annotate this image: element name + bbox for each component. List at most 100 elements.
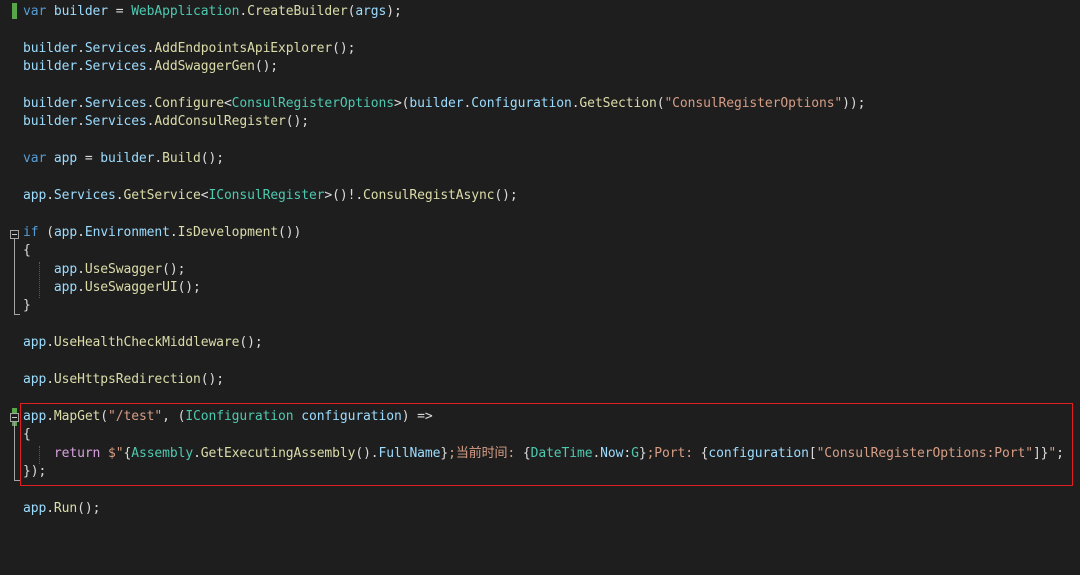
- code-token: Services: [53, 188, 116, 203]
- code-token: ;Port:: [646, 445, 701, 461]
- code-token: if: [23, 224, 39, 240]
- fold-end-mapget: [14, 480, 20, 481]
- code-token: ();: [494, 188, 518, 203]
- code-token: :: [623, 445, 632, 461]
- code-token: FullName: [378, 445, 441, 461]
- code-token: configuration: [708, 445, 809, 461]
- code-token: ()): [278, 224, 302, 240]
- code-token: app: [23, 372, 47, 387]
- code-line[interactable]: return $"{Assembly.GetExecutingAssembly(…: [23, 445, 1064, 463]
- code-token: Services: [84, 96, 147, 111]
- code-line[interactable]: builder.Services.AddConsulRegister();: [23, 113, 309, 131]
- code-token: ;当前时间:: [448, 445, 523, 461]
- code-line[interactable]: var app = builder.Build();: [23, 150, 224, 168]
- fold-line-mapget: [14, 422, 15, 480]
- code-token: Services: [84, 59, 147, 75]
- code-token: app: [23, 188, 47, 203]
- code-token: UseSwaggerUI: [84, 280, 178, 295]
- code-line[interactable]: builder.Services.AddSwaggerGen();: [23, 58, 278, 76]
- code-token: WebApplication: [131, 4, 240, 19]
- code-token: var: [23, 4, 47, 19]
- code-token: =: [108, 4, 132, 19]
- code-line[interactable]: app.Run();: [23, 500, 100, 518]
- code-token: .: [46, 188, 54, 203]
- code-token: app: [53, 280, 78, 295]
- code-token: AddConsulRegister: [154, 114, 286, 130]
- code-token: AddEndpointsApiExplorer: [154, 40, 333, 56]
- code-line[interactable]: app.Services.GetService<IConsulRegister>…: [23, 187, 518, 205]
- code-token: "ConsulRegisterOptions": [664, 96, 843, 111]
- code-token: ();: [239, 335, 263, 351]
- code-token: .: [77, 40, 85, 56]
- code-token: $": [108, 445, 124, 461]
- code-token: G: [631, 445, 639, 461]
- code-token: UseHttpsRedirection: [53, 372, 201, 387]
- code-token: builder: [53, 4, 109, 19]
- code-line[interactable]: app.UseHttpsRedirection();: [23, 371, 224, 389]
- code-token: app: [53, 151, 78, 167]
- code-token: .: [46, 500, 54, 516]
- code-token: (: [100, 408, 109, 424]
- code-line[interactable]: var builder = WebApplication.CreateBuild…: [23, 3, 402, 21]
- fold-toggle-mapget[interactable]: [10, 413, 19, 422]
- code-token: (: [38, 224, 54, 240]
- code-token: >(: [393, 96, 410, 111]
- code-token: [: [808, 445, 817, 461]
- code-token: app: [53, 261, 78, 277]
- code-token: AddSwaggerGen: [154, 59, 255, 75]
- code-line[interactable]: app.UseSwaggerUI();: [23, 279, 201, 297]
- code-line[interactable]: if (app.Environment.IsDevelopment()): [23, 224, 301, 242]
- code-line[interactable]: {: [23, 242, 31, 260]
- code-line[interactable]: });: [23, 463, 46, 481]
- code-line[interactable]: app.UseHealthCheckMiddleware();: [23, 334, 263, 352]
- code-token: );: [386, 4, 402, 19]
- code-token: });: [23, 464, 47, 479]
- code-token: ) =>: [401, 408, 433, 424]
- code-token: builder: [23, 59, 78, 75]
- code-token: Services: [84, 114, 147, 130]
- code-token: .: [193, 445, 201, 461]
- change-marker-line-1: [12, 3, 17, 19]
- code-token: <: [223, 96, 232, 111]
- code-token: .: [46, 408, 54, 424]
- code-token: "/test": [108, 408, 163, 424]
- code-token: builder: [100, 151, 155, 167]
- code-line[interactable]: }: [23, 297, 31, 315]
- code-token: args: [355, 4, 387, 19]
- code-token: >()!.: [324, 188, 364, 203]
- code-token: IConsulRegister: [208, 188, 325, 203]
- code-token: {: [23, 427, 31, 443]
- code-token: .: [46, 335, 54, 351]
- code-token: .: [154, 151, 163, 167]
- code-token: GetExecutingAssembly: [200, 445, 356, 461]
- code-token: Assembly: [131, 445, 194, 461]
- code-line[interactable]: {: [23, 426, 31, 444]
- code-token: app: [53, 224, 78, 240]
- code-line[interactable]: app.MapGet("/test", (IConfiguration conf…: [23, 408, 433, 426]
- code-token: , (: [162, 408, 186, 424]
- fold-toggle-if-block[interactable]: [10, 230, 19, 239]
- code-token: .: [77, 59, 85, 75]
- code-token: Environment: [84, 224, 170, 240]
- code-token: UseHealthCheckMiddleware: [53, 335, 240, 351]
- code-line[interactable]: app.UseSwagger();: [23, 261, 185, 279]
- code-token: ();: [254, 59, 279, 75]
- code-token: ();: [200, 372, 224, 387]
- code-line[interactable]: builder.Services.Configure<ConsulRegiste…: [23, 95, 865, 113]
- code-token: GetService: [123, 188, 201, 203]
- code-token: ();: [285, 114, 309, 130]
- code-token: }: [638, 445, 647, 461]
- code-token: app: [23, 335, 47, 351]
- code-token: .: [77, 114, 85, 130]
- code-token: {: [23, 243, 31, 259]
- code-line[interactable]: builder.Services.AddEndpointsApiExplorer…: [23, 40, 355, 58]
- code-token: .: [239, 4, 248, 19]
- code-editor[interactable]: var builder = WebApplication.CreateBuild…: [0, 0, 1080, 575]
- code-token: builder: [23, 96, 78, 111]
- fold-end-if-block: [14, 314, 20, 315]
- code-token: ;: [1056, 445, 1064, 461]
- code-token: =: [77, 151, 101, 167]
